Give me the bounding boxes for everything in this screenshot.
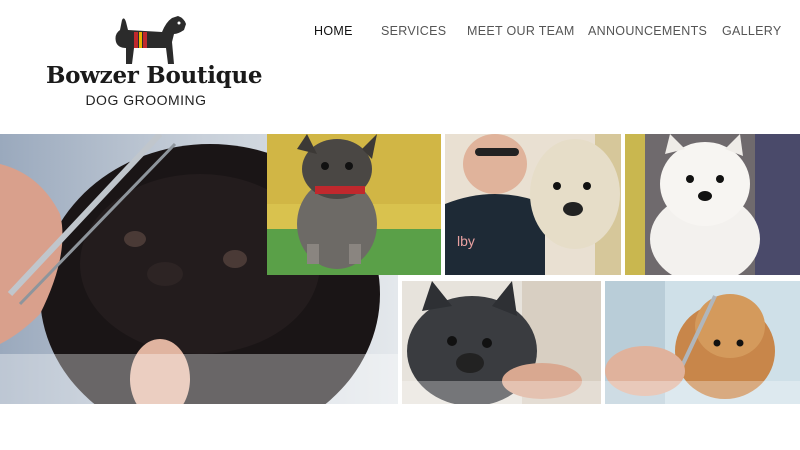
french-bulldog-photo[interactable] — [402, 281, 601, 404]
brand-logo[interactable]: Bowzer Boutique DOG GROOMING — [46, 12, 263, 112]
nav-announcements[interactable]: ANNOUNCEMENTS — [588, 24, 707, 38]
photo-gallery: lby — [0, 134, 800, 404]
brand-name: Bowzer Boutique — [46, 62, 263, 89]
poodle-grooming-photo[interactable] — [605, 281, 800, 404]
nav-home[interactable]: HOME — [314, 24, 353, 38]
dog-silhouette-icon — [115, 16, 186, 64]
main-nav: HOME SERVICES MEET OUR TEAM ANNOUNCEMENT… — [300, 24, 782, 44]
nav-services[interactable]: SERVICES — [381, 24, 446, 38]
site-header: Bowzer Boutique DOG GROOMING HOME SERVIC… — [0, 0, 800, 130]
white-westie-photo[interactable] — [625, 134, 800, 275]
nav-gallery[interactable]: GALLERY — [722, 24, 782, 38]
nav-meet-our-team[interactable]: MEET OUR TEAM — [467, 24, 575, 38]
brand-tagline: DOG GROOMING — [85, 92, 207, 108]
svg-text:lby: lby — [457, 233, 475, 249]
yorkie-photo[interactable] — [267, 134, 441, 275]
groomer-with-terrier-photo[interactable]: lby — [445, 134, 621, 275]
